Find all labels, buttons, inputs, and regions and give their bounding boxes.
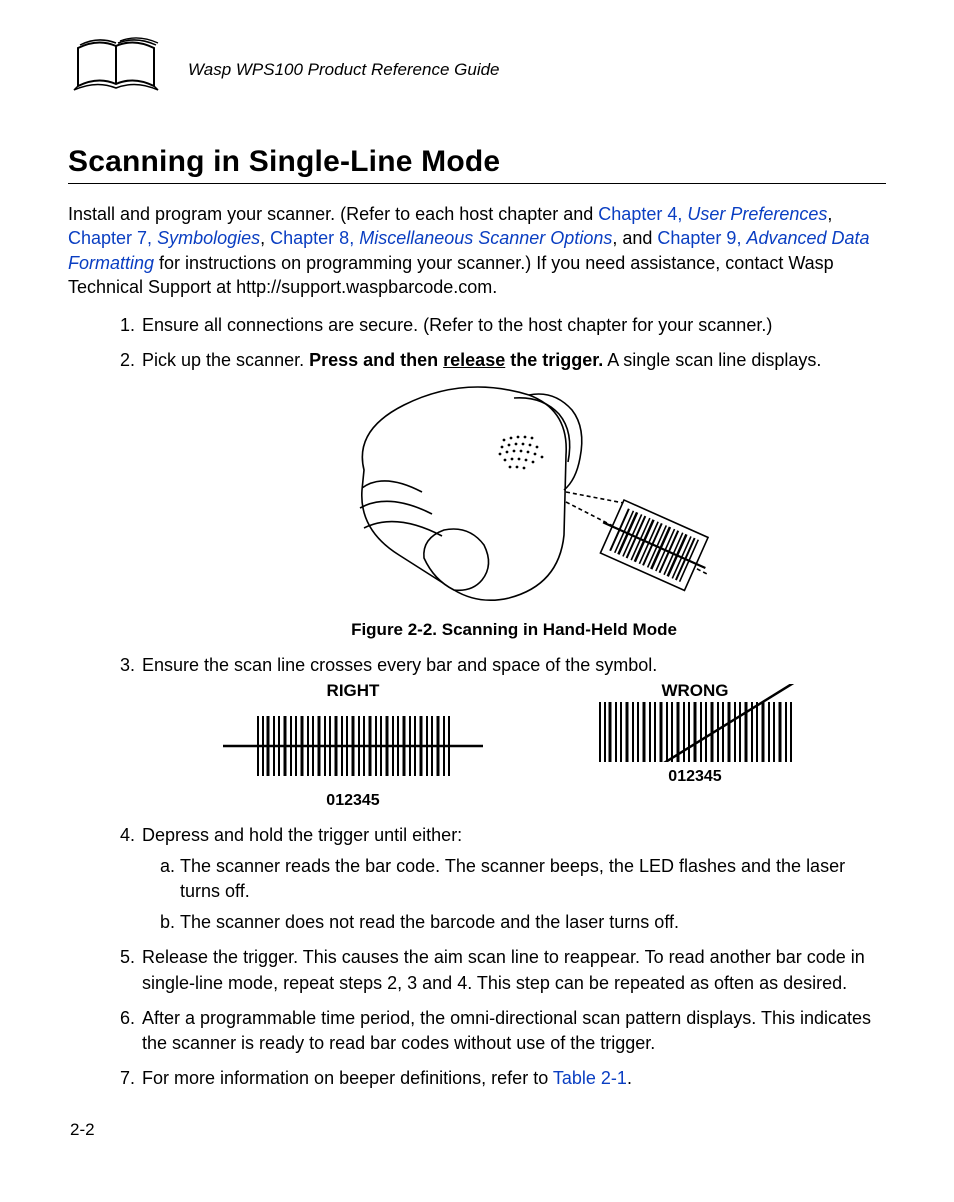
intro-text: , (260, 228, 270, 248)
intro-text: for instructions on programming your sca… (68, 253, 834, 297)
step-3: Ensure the scan line crosses every bar a… (140, 653, 886, 812)
figure-caption: Figure 2-2. Scanning in Hand-Held Mode (142, 618, 886, 642)
step-2-text: Pick up the scanner. (142, 350, 309, 370)
barcode-wrong-code: 012345 (668, 766, 721, 788)
wrong-column: WRONG 012345 (535, 679, 855, 789)
step-1: Ensure all connections are secure. (Refe… (140, 313, 886, 338)
step-5: Release the trigger. This causes the aim… (140, 945, 886, 995)
right-wrong-row: RIGHT 012345 WRONG (182, 679, 866, 813)
step-7: For more information on beeper definitio… (140, 1066, 886, 1091)
guide-title: Wasp WPS100 Product Reference Guide (188, 60, 500, 80)
step-3-text: Ensure the scan line crosses every bar a… (142, 655, 657, 675)
barcode-wrong-icon (560, 684, 830, 762)
step-4-sublist: The scanner reads the bar code. The scan… (142, 854, 886, 936)
step-7-text-end: . (627, 1068, 632, 1088)
link-chapter9[interactable]: Chapter 9, (657, 228, 746, 248)
book-icon (68, 34, 166, 105)
step-2: Pick up the scanner. Press and then rele… (140, 348, 886, 641)
right-column: RIGHT 012345 (193, 679, 513, 813)
step-2-bold: Press and then release the trigger. (309, 350, 603, 370)
intro-text: Install and program your scanner. (Refer… (68, 204, 598, 224)
step-4: Depress and hold the trigger until eithe… (140, 823, 886, 936)
section-heading: Scanning in Single-Line Mode (68, 145, 886, 184)
figure-scanner (264, 380, 764, 610)
scanner-illustration-icon (304, 380, 724, 610)
right-label: RIGHT (327, 679, 380, 703)
step-4a: The scanner reads the bar code. The scan… (180, 854, 886, 904)
link-table-2-1[interactable]: Table 2-1 (553, 1068, 627, 1088)
barcode-right-code: 012345 (326, 790, 379, 812)
link-chapter7-title[interactable]: Symbologies (157, 228, 260, 248)
link-chapter8[interactable]: Chapter 8, (270, 228, 359, 248)
page-number: 2-2 (70, 1120, 95, 1140)
step-2-text-end: A single scan line displays. (603, 350, 821, 370)
link-chapter4[interactable]: Chapter 4, (598, 204, 687, 224)
steps-list: Ensure all connections are secure. (Refe… (68, 313, 886, 1091)
intro-paragraph: Install and program your scanner. (Refer… (68, 202, 886, 299)
link-chapter7[interactable]: Chapter 7, (68, 228, 157, 248)
link-chapter8-title[interactable]: Miscellaneous Scanner Options (359, 228, 612, 248)
step-6: After a programmable time period, the om… (140, 1006, 886, 1056)
step-4-text: Depress and hold the trigger until eithe… (142, 825, 462, 845)
intro-text: , and (612, 228, 657, 248)
step-4b: The scanner does not read the barcode an… (180, 910, 886, 935)
step-7-text: For more information on beeper definitio… (142, 1068, 553, 1088)
link-chapter4-title[interactable]: User Preferences (687, 204, 827, 224)
page-header: Wasp WPS100 Product Reference Guide (68, 34, 886, 105)
barcode-right-icon (218, 708, 488, 786)
intro-text: , (827, 204, 832, 224)
